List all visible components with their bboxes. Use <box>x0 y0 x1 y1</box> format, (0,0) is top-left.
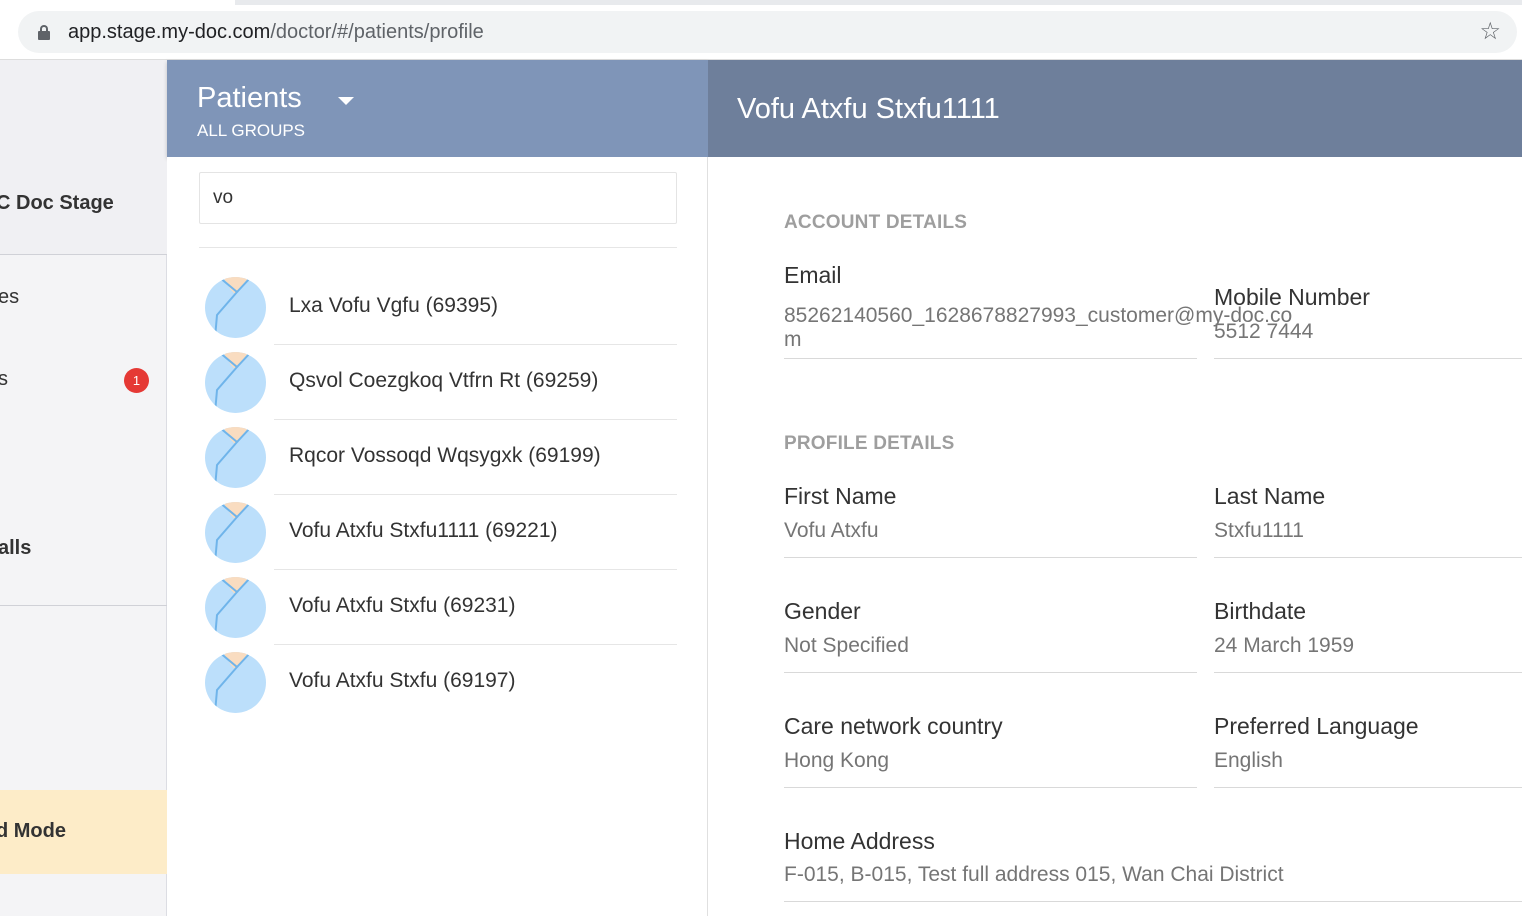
patient-name: Lxa Vofu Vgfu (69395) <box>289 294 498 317</box>
patient-list-item[interactable]: Qsvol Coezgkoq Vtfrn Rt (69259) <box>167 345 708 420</box>
country-value: Hong Kong <box>784 749 890 772</box>
last-name-field: Last Name Stxfu1111 <box>1214 483 1522 559</box>
patient-list-item[interactable]: Vofu Atxfu Stxfu1111 (69221) <box>167 495 708 570</box>
patient-name: Rqcor Vossoqd Wqsygxk (69199) <box>289 444 601 467</box>
avatar <box>205 652 266 713</box>
birthdate-value: 24 March 1959 <box>1214 634 1355 657</box>
avatar <box>205 502 266 563</box>
mode-label: d Mode <box>0 820 66 842</box>
field-underline <box>784 557 1197 558</box>
patient-list-item[interactable]: Vofu Atxfu Stxfu (69231) <box>167 570 708 645</box>
profile-panel: ACCOUNT DETAILS Email 85262140560_162867… <box>708 157 1522 916</box>
account-details-heading: ACCOUNT DETAILS <box>784 212 968 233</box>
divider <box>199 247 677 248</box>
field-underline <box>1214 557 1522 558</box>
patients-header: Patients ALL GROUPS <box>167 60 708 157</box>
patient-search-input[interactable] <box>199 172 677 224</box>
last-name-label: Last Name <box>1214 483 1326 509</box>
field-underline <box>784 358 1197 359</box>
patients-title[interactable]: Patients <box>197 82 302 115</box>
avatar <box>205 277 266 338</box>
patient-list-item[interactable]: Lxa Vofu Vgfu (69395) <box>167 270 708 345</box>
nav-item-3[interactable]: alls <box>0 537 167 565</box>
mobile-value: 5512 7444 <box>1214 320 1314 343</box>
avatar <box>205 577 266 638</box>
url-host: app.stage.my-doc.com <box>68 21 271 43</box>
gender-field: Gender Not Specified <box>784 598 1197 674</box>
gender-value: Not Specified <box>784 634 909 657</box>
tab-strip <box>235 0 1522 5</box>
nav-item-label: alls <box>0 537 32 559</box>
lock-icon[interactable] <box>38 25 50 40</box>
email-label: Email <box>784 262 842 288</box>
field-underline <box>784 672 1197 673</box>
url-path: /doctor/#/patients/profile <box>270 21 484 43</box>
profile-title: Vofu Atxfu Stxfu1111 <box>737 93 1000 125</box>
nav-brand: C Doc Stage <box>0 60 167 255</box>
country-field: Care network country Hong Kong <box>784 713 1197 789</box>
patients-group-filter[interactable]: ALL GROUPS <box>197 121 305 141</box>
nav-item-label: s <box>0 368 8 390</box>
nav-item-1[interactable]: es <box>0 286 167 314</box>
address-value: F-015, B-015, Test full address 015, Wan… <box>784 863 1284 886</box>
chevron-down-icon[interactable] <box>338 97 354 105</box>
field-underline <box>784 901 1522 902</box>
profile-header: Vofu Atxfu Stxfu1111 <box>708 60 1522 157</box>
field-underline <box>1214 672 1522 673</box>
birthdate-field: Birthdate 24 March 1959 <box>1214 598 1522 674</box>
field-underline <box>1214 358 1522 359</box>
first-name-field: First Name Vofu Atxfu <box>784 483 1197 559</box>
field-underline <box>784 787 1197 788</box>
country-label: Care network country <box>784 713 1003 739</box>
mode-toggle[interactable]: d Mode <box>0 790 167 874</box>
patient-name: Vofu Atxfu Stxfu (69231) <box>289 594 516 617</box>
address-field: Home Address F-015, B-015, Test full add… <box>784 828 1522 904</box>
first-name-value: Vofu Atxfu <box>784 519 879 542</box>
language-value: English <box>1214 749 1283 772</box>
brand-name: C Doc Stage <box>0 192 114 214</box>
nav-divider <box>0 605 167 606</box>
nav-item-label: es <box>0 286 20 308</box>
star-icon[interactable]: ☆ <box>1479 19 1501 45</box>
language-field: Preferred Language English <box>1214 713 1522 789</box>
mobile-field: Mobile Number 5512 7444 <box>1214 284 1522 359</box>
email-field: Email 85262140560_1628678827993_customer… <box>784 262 1292 359</box>
profile-details-heading: PROFILE DETAILS <box>784 433 955 454</box>
field-underline <box>1214 787 1522 788</box>
patients-panel: Lxa Vofu Vgfu (69395) Qsvol Coezgkoq Vtf… <box>167 157 708 916</box>
left-nav: C Doc Stage es s 1 alls d Mode <box>0 60 167 916</box>
address-label: Home Address <box>784 828 935 854</box>
browser-toolbar: app.stage.my-doc.com/doctor/#/patients/p… <box>0 0 1522 60</box>
patient-name: Qsvol Coezgkoq Vtfrn Rt (69259) <box>289 369 599 392</box>
mobile-label: Mobile Number <box>1214 284 1370 310</box>
patient-list-item[interactable]: Rqcor Vossoqd Wqsygxk (69199) <box>167 420 708 495</box>
patient-name: Vofu Atxfu Stxfu1111 (69221) <box>289 519 558 542</box>
url-text[interactable]: app.stage.my-doc.com/doctor/#/patients/p… <box>68 21 484 43</box>
gender-label: Gender <box>784 598 861 624</box>
patient-list-item[interactable]: Vofu Atxfu Stxfu (69197) <box>167 645 708 720</box>
first-name-label: First Name <box>784 483 897 509</box>
avatar <box>205 427 266 488</box>
birthdate-label: Birthdate <box>1214 598 1307 624</box>
nav-item-2[interactable]: s 1 <box>0 368 167 396</box>
language-label: Preferred Language <box>1214 713 1419 739</box>
avatar <box>205 352 266 413</box>
notification-badge: 1 <box>124 368 149 393</box>
last-name-value: Stxfu1111 <box>1214 519 1304 542</box>
address-bar[interactable]: app.stage.my-doc.com/doctor/#/patients/p… <box>18 11 1517 53</box>
patient-name: Vofu Atxfu Stxfu (69197) <box>289 669 516 692</box>
